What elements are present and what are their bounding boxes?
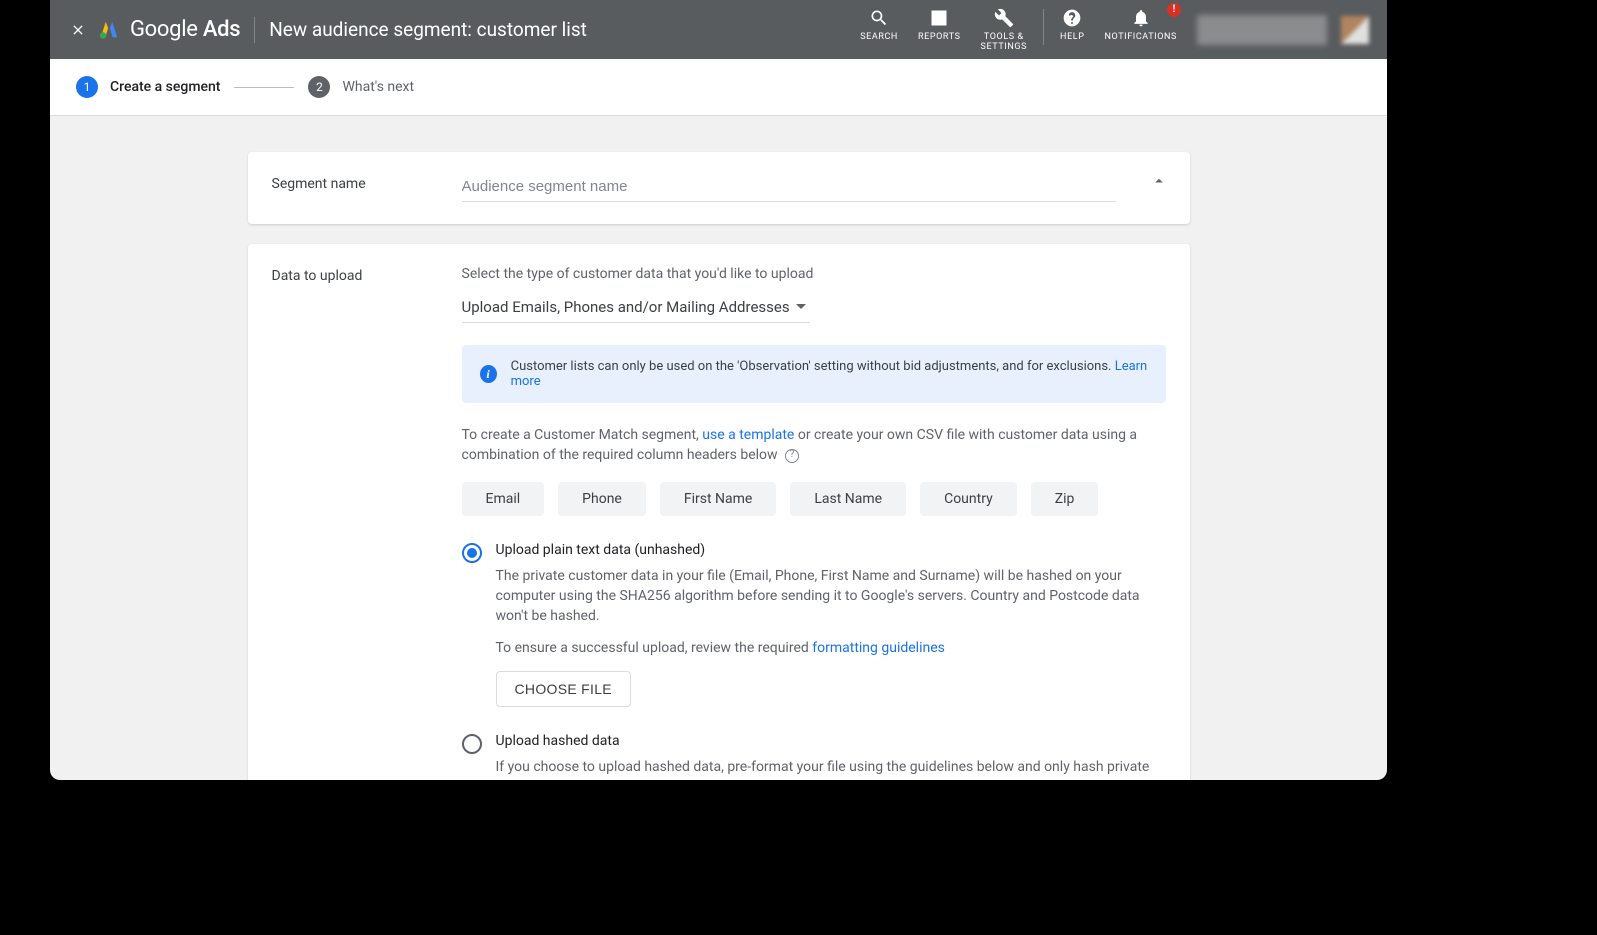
header-separator [254, 17, 255, 43]
google-ads-logo-icon [98, 19, 120, 41]
step-1[interactable]: 1 Create a segment [76, 76, 220, 98]
notifications-button[interactable]: ! NOTIFICATIONS [1095, 7, 1187, 43]
info-icon: i [480, 365, 497, 383]
reports-button[interactable]: REPORTS [908, 7, 971, 43]
brand-suffix: Ads [203, 17, 240, 42]
header-separator [1043, 9, 1044, 45]
info-banner-text: Customer lists can only be used on the '… [511, 359, 1148, 389]
data-upload-card: Data to upload Select the type of custom… [248, 244, 1190, 780]
chip-first-name[interactable]: First Name [660, 482, 776, 516]
chip-phone[interactable]: Phone [558, 482, 646, 516]
page-title: New audience segment: customer list [269, 18, 587, 41]
brand-text: Google Ads [130, 17, 240, 42]
tools-settings-button[interactable]: TOOLS & SETTINGS [971, 7, 1038, 53]
segment-name-label: Segment name [272, 174, 462, 202]
step-2[interactable]: 2 What's next [308, 76, 414, 98]
radio-hashed-desc: If you choose to upload hashed data, pre… [496, 757, 1166, 780]
notifications-label: NOTIFICATIONS [1105, 33, 1177, 43]
avatar[interactable] [1341, 16, 1369, 44]
radio-hashed-title: Upload hashed data [496, 733, 1166, 749]
template-instruction: To create a Customer Match segment, use … [462, 425, 1166, 466]
stepper: 1 Create a segment 2 What's next [50, 59, 1387, 116]
use-template-link[interactable]: use a template [702, 427, 794, 443]
radio-plain-text: Upload plain text data (unhashed) The pr… [462, 542, 1166, 707]
step-number: 1 [76, 76, 98, 98]
radio-hashed-input[interactable] [462, 734, 482, 754]
content-area: Segment name Data to upload Select the t… [50, 116, 1387, 780]
segment-name-input[interactable] [462, 174, 1116, 202]
help-icon [1062, 7, 1082, 29]
reports-label: REPORTS [918, 33, 961, 43]
notification-badge: ! [1167, 3, 1181, 17]
wrench-icon [994, 7, 1014, 29]
search-icon [869, 7, 889, 29]
tools-label: TOOLS & SETTINGS [981, 33, 1028, 53]
info-banner: i Customer lists can only be used on the… [462, 345, 1166, 403]
upload-type-hint: Select the type of customer data that yo… [462, 266, 1166, 282]
search-label: SEARCH [860, 33, 898, 43]
step-label: What's next [342, 79, 414, 95]
choose-file-button[interactable]: CHOOSE FILE [496, 671, 631, 707]
dropdown-arrow-icon [796, 298, 806, 316]
help-label: HELP [1060, 33, 1084, 43]
account-switcher[interactable] [1197, 15, 1327, 45]
bar-chart-icon [929, 7, 949, 29]
radio-plain-desc: The private customer data in your file (… [496, 566, 1166, 627]
radio-plain-text-input[interactable] [462, 543, 482, 563]
header-icon-group: SEARCH REPORTS TOOLS & SETTINGS HELP ! [850, 7, 1187, 53]
upload-mode-radio-group: Upload plain text data (unhashed) The pr… [462, 542, 1166, 780]
step-label: Create a segment [110, 79, 220, 95]
chip-country[interactable]: Country [920, 482, 1017, 516]
segment-name-card: Segment name [248, 152, 1190, 224]
search-button[interactable]: SEARCH [850, 7, 908, 43]
formatting-guidelines-link[interactable]: formatting guidelines [812, 640, 945, 656]
radio-plain-title: Upload plain text data (unhashed) [496, 542, 1166, 558]
column-chips: Email Phone First Name Last Name Country… [462, 482, 1166, 516]
app-header: Google Ads New audience segment: custome… [50, 0, 1387, 59]
data-upload-label: Data to upload [272, 266, 462, 780]
collapse-chevron-up-icon[interactable] [1150, 172, 1168, 194]
chip-zip[interactable]: Zip [1031, 482, 1099, 516]
help-tooltip-icon[interactable]: ? [785, 449, 799, 463]
chip-last-name[interactable]: Last Name [790, 482, 906, 516]
brand-prefix: Google [130, 17, 198, 42]
upload-type-dropdown[interactable]: Upload Emails, Phones and/or Mailing Add… [462, 296, 810, 323]
radio-hashed: Upload hashed data If you choose to uplo… [462, 733, 1166, 780]
step-number: 2 [308, 76, 330, 98]
dropdown-value: Upload Emails, Phones and/or Mailing Add… [462, 298, 790, 316]
help-button[interactable]: HELP [1050, 7, 1094, 43]
chip-email[interactable]: Email [462, 482, 545, 516]
close-icon[interactable] [68, 20, 88, 40]
bell-icon [1131, 7, 1151, 29]
radio-plain-ensure: To ensure a successful upload, review th… [496, 638, 1166, 658]
step-connector [234, 87, 294, 88]
